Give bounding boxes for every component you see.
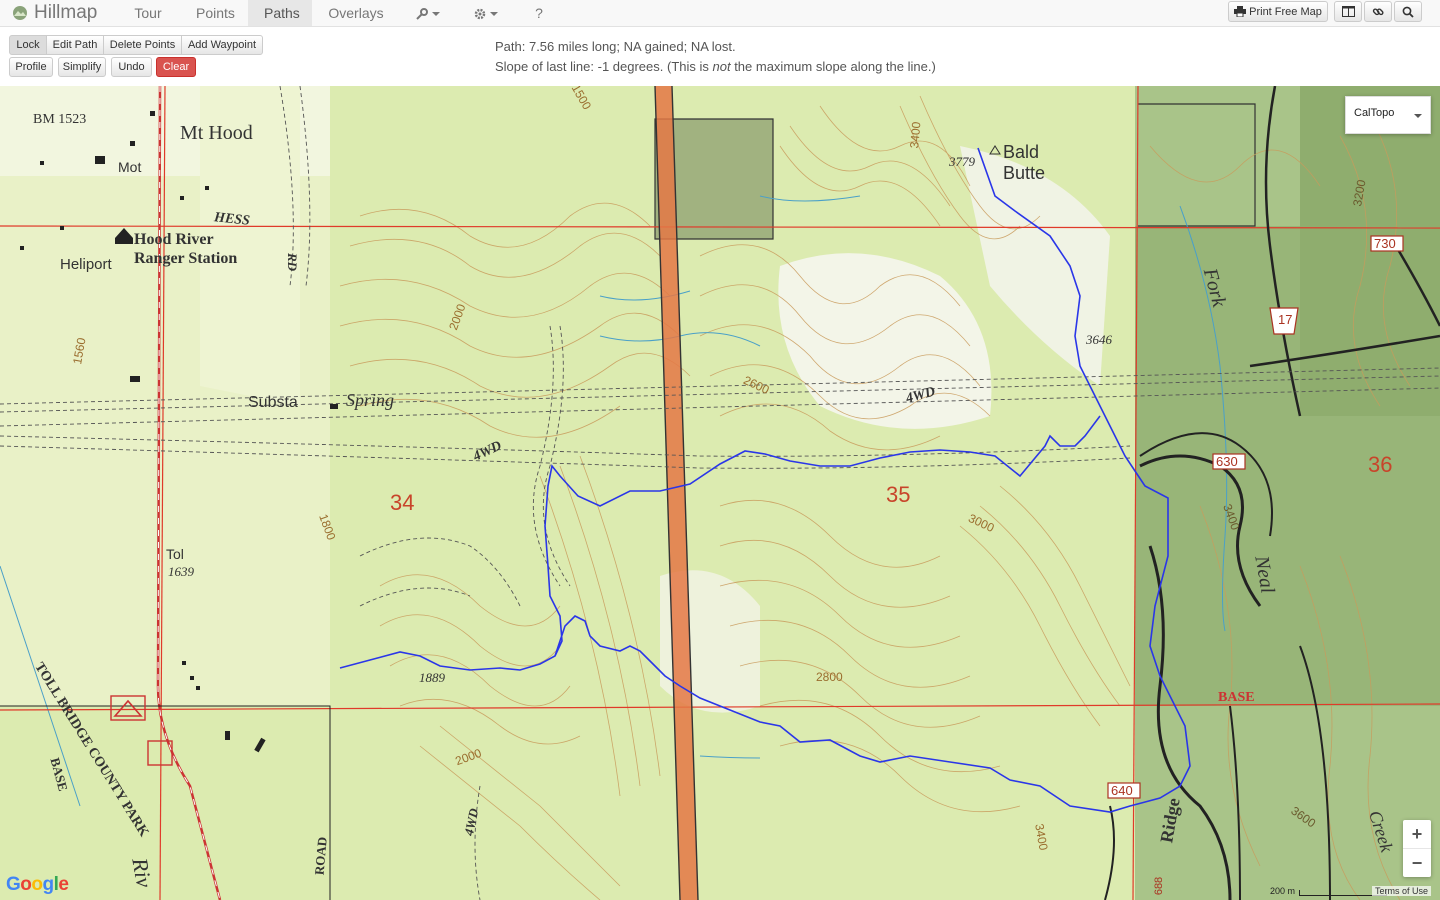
butte-label: Butte [1003,163,1046,183]
benchmark-label: BM 1523 [33,112,87,127]
terms-of-use-link[interactable]: Terms of Use [1372,886,1432,896]
path-length-text: Path: 7.56 miles long; NA gained; NA los… [495,39,736,54]
map-scale: 200 m [1270,886,1388,896]
route-640-shield: 640 [1111,783,1133,798]
google-logo[interactable]: Google [6,874,69,896]
chevron-down-icon [432,12,440,17]
path-status: Path: 7.56 miles long; NA gained; NA los… [495,37,936,77]
search-button[interactable] [1394,1,1422,22]
route-688-label: 688 [1153,876,1166,896]
tol-label: Tol [166,546,184,562]
elevation-1889-label: 1889 [419,670,445,685]
slope-text: Slope of last line: -1 degrees. (This is… [495,57,936,77]
elevation-3646-label: 3646 [1086,332,1112,347]
app-title: Hillmap [34,2,98,23]
slope-emphasis: not [712,59,731,74]
contour-label-3400a: 3400 [907,121,924,149]
delete-points-button[interactable]: Delete Points [103,35,182,55]
tab-overlays[interactable]: Overlays [312,0,400,26]
substa-label: Substa [248,394,298,411]
route-630-shield: 630 [1216,454,1238,469]
section-36-label: 36 [1368,452,1393,477]
chevron-down-icon [1414,114,1422,118]
help-menu[interactable]: ? [514,0,564,43]
lock-button[interactable]: Lock [9,35,47,55]
tab-points[interactable]: Points [180,0,248,26]
slope-prefix: Slope of last line: -1 degrees. (This is [495,59,713,74]
heliport-label: Heliport [60,256,112,273]
mt-hood-label: Mt Hood [180,122,253,144]
section-35-label: 35 [886,482,911,507]
mot-label: Mot [118,159,142,175]
brand[interactable]: Hillmap [12,0,97,26]
path-toolbar: Lock Edit Path Delete Points Add Waypoin… [0,27,1440,86]
link-icon [1372,7,1384,15]
chevron-down-icon [490,12,498,17]
split-view-icon [1341,6,1355,17]
scale-label: 200 m [1270,886,1296,896]
section-34-label: 34 [390,490,415,515]
add-waypoint-button[interactable]: Add Waypoint [181,35,263,55]
print-map-button[interactable]: Print Free Map [1228,1,1328,22]
gear-icon [474,9,486,20]
contour-label-2800: 2800 [816,670,843,684]
basemap-layer-value: CalTopo [1354,107,1395,119]
undo-button[interactable]: Undo [111,57,152,77]
base-label-2: BASE [1218,690,1255,705]
split-view-button[interactable] [1334,1,1362,22]
road-label: ROAD [311,836,330,876]
route-17-shield: 17 [1278,312,1293,327]
rd-label: RD [285,252,301,272]
slope-suffix: the maximum slope along the line.) [730,59,936,74]
bald-label: Bald [1003,142,1040,162]
zoom-control: + − [1403,820,1431,877]
tab-paths[interactable]: Paths [248,0,312,26]
hood-river-label: Hood River [134,231,214,248]
profile-button[interactable]: Profile [9,57,53,77]
print-icon [1234,6,1247,17]
basemap-layer-select[interactable]: CalTopo [1345,96,1431,134]
tol-elevation-label: 1639 [168,564,194,579]
river-label: Riv [127,856,158,890]
zoom-out-button[interactable]: − [1403,849,1431,877]
link-button[interactable] [1364,1,1392,22]
wrench-icon [416,8,428,21]
zoom-in-button[interactable]: + [1403,820,1431,849]
bald-butte-elevation: 3779 [949,154,975,169]
tab-tour[interactable]: Tour [116,0,180,26]
help-label: ? [535,5,543,21]
tools-menu[interactable] [400,0,456,26]
edit-path-button[interactable]: Edit Path [46,35,104,55]
hillmap-logo-icon [13,6,27,20]
topo-map-graphics [0,86,1440,900]
print-map-label: Print Free Map [1249,5,1322,18]
simplify-button[interactable]: Simplify [58,57,106,77]
route-730-shield: 730 [1374,236,1396,251]
ranger-station-label: Ranger Station [134,250,238,267]
spring-label: Spring [346,390,395,410]
clear-button[interactable]: Clear [156,57,196,77]
settings-menu[interactable] [458,0,514,26]
topo-map[interactable]: BM 1523 Mt Hood Mot HESS Hood River Rang… [0,86,1440,900]
top-navbar: Hillmap Tour Points Paths Overlays ? Pri… [0,0,1440,43]
search-icon [1402,6,1414,18]
